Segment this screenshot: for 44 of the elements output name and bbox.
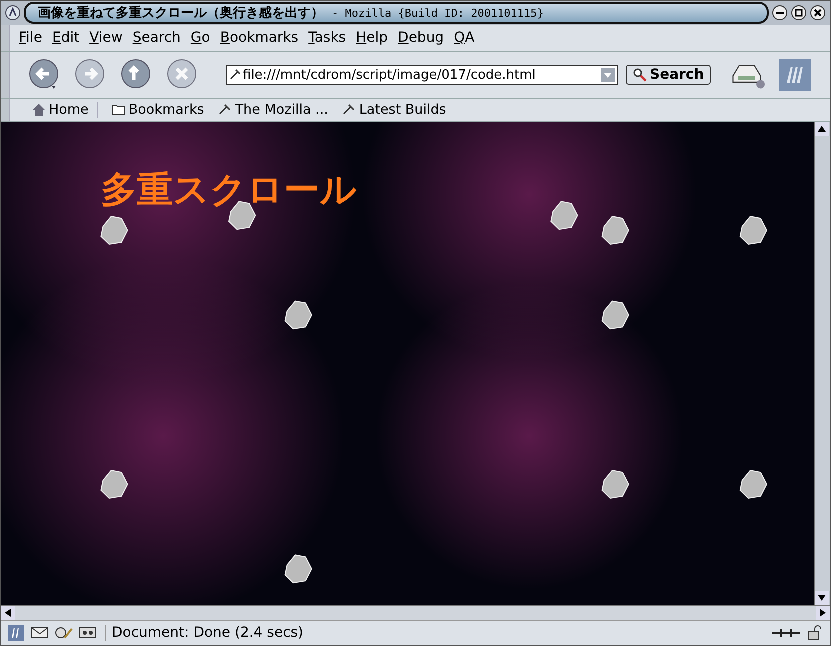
window-title: 画像を重ねて多重スクロール（奥行き感を出す） — [38, 4, 324, 22]
menu-item[interactable]: Bookmarks — [219, 30, 300, 46]
menu-item[interactable]: View — [88, 30, 124, 46]
menu-item[interactable]: Go — [190, 30, 212, 46]
asteroid-icon — [100, 470, 128, 499]
close-icon[interactable] — [810, 5, 826, 21]
asteroid-icon — [602, 470, 630, 499]
asteroid-icon — [550, 201, 578, 230]
asteroid-icon — [100, 216, 128, 246]
connection-plug-icon — [772, 627, 800, 639]
asteroid-icon — [284, 300, 312, 330]
menu-item[interactable]: Debug — [397, 30, 446, 46]
url-field[interactable]: file:///mnt/cdrom/script/image/017/code.html — [226, 65, 618, 85]
mail-icon[interactable] — [31, 625, 49, 641]
asteroid-icon — [740, 216, 768, 246]
menu-item[interactable]: QA — [453, 30, 476, 46]
menu-item[interactable]: File — [18, 30, 44, 46]
asteroid-icon — [740, 470, 768, 499]
bookmark-item[interactable]: Bookmarks — [112, 102, 204, 118]
menu-item[interactable]: Help — [355, 30, 390, 46]
toolbar-grip[interactable] — [1, 99, 10, 121]
bookmark-item[interactable]: Latest Builds — [342, 102, 446, 118]
window-title-suffix: - Mozilla {Build ID: 2001101115} — [332, 6, 544, 20]
minimize-icon[interactable] — [772, 5, 788, 21]
vertical-scrollbar[interactable] — [814, 122, 830, 605]
folder-icon — [112, 103, 126, 117]
home-icon — [32, 103, 46, 117]
asteroid-icon — [602, 300, 630, 330]
maximize-icon[interactable] — [791, 5, 807, 21]
bookmark-item[interactable]: Home — [24, 102, 98, 118]
page-heading: 多重スクロール — [101, 169, 357, 213]
padlock-icon — [806, 625, 824, 641]
horizontal-scrollbar[interactable] — [1, 605, 830, 620]
menu-item[interactable]: Edit — [51, 30, 81, 46]
toolbar-grip[interactable] — [1, 25, 10, 51]
toolbar-grip[interactable] — [1, 52, 10, 98]
asteroid-icon — [284, 554, 312, 584]
asteroid-icon — [602, 216, 630, 246]
menu-item[interactable]: Search — [132, 30, 182, 46]
bookmark-item[interactable]: The Mozilla ... — [218, 102, 328, 118]
status-text: Document: Done (2.4 secs) — [112, 625, 304, 641]
menu-item[interactable]: Tasks — [308, 30, 348, 46]
search-icon — [633, 68, 647, 82]
search-button[interactable]: Search — [626, 65, 712, 85]
